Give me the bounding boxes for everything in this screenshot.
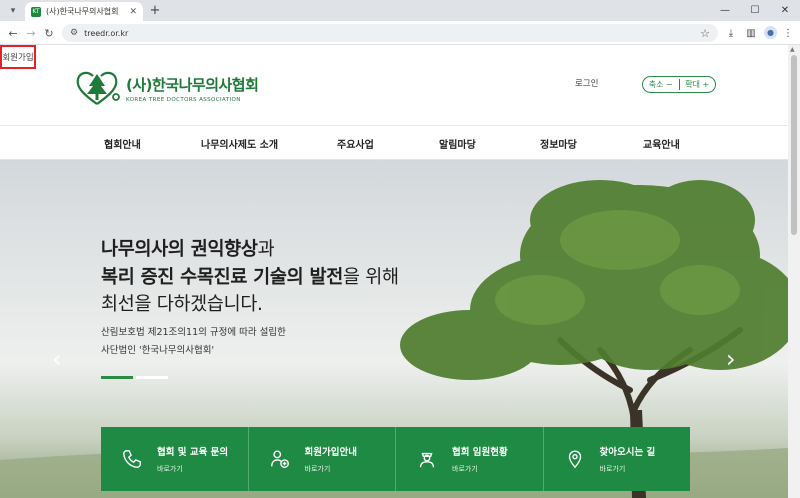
slide-prev-arrow-icon[interactable]: ‹ [52,345,62,373]
site-logo[interactable]: (사)한국나무의사협회 KOREA TREE DOCTORS ASSOCIATI… [73,69,259,107]
quick-links-bar: 협회 및 교육 문의 바로가기 회원가입안내 바로가기 협회 임원현황 바로가기… [101,427,690,491]
join-link[interactable]: 회원가입 [0,45,36,69]
location-icon [568,450,581,469]
slide-indicator-active[interactable] [101,376,133,379]
quick-link-title: 협회 및 교육 문의 [157,447,229,458]
zoom-control: 축소 − 확대 + [642,76,716,93]
address-bar[interactable]: ⚙ treedr.or.kr ☆ [62,24,718,42]
zoom-out-button[interactable]: 축소 − [643,79,679,90]
tab-title: (사)한국나무의사협회 [46,7,119,16]
hero-headline-1: 나무의사의 권익향상과 [101,235,275,261]
nav-item-tree-doctor-system[interactable]: 나무의사제도 소개 [201,136,278,151]
nav-item-info[interactable]: 정보마당 [540,136,577,151]
quick-link-title: 회원가입안내 [304,447,357,458]
site-info-icon[interactable]: ⚙ [70,28,78,38]
hero-headline-2: 복리 증진 수목진료 기술의 발전을 위해 [101,263,399,289]
phone-icon [123,450,141,468]
nav-item-notice[interactable]: 알림마당 [439,136,476,151]
quick-link-title: 협회 임원현황 [452,447,508,458]
nav-item-business[interactable]: 주요사업 [337,136,374,151]
hero-headline-1-bold: 나무의사의 권익향상 [101,239,258,260]
scroll-up-arrow-icon[interactable]: ▲ [790,46,795,53]
bookmark-star-icon[interactable]: ☆ [700,27,710,40]
quick-link-officers[interactable]: 협회 임원현황 바로가기 [396,427,544,491]
slide-indicator[interactable] [136,376,168,379]
nav-item-about[interactable]: 협회안내 [104,136,141,151]
zoom-in-button[interactable]: 확대 + [680,79,716,90]
scrollbar-thumb[interactable] [791,55,797,235]
forward-button[interactable]: → [24,26,38,40]
hero-slider: 나무의사의 권익향상과 복리 증진 수목진료 기술의 발전을 위해 최선을 다하… [0,160,788,498]
join-link-label: 회원가입 [2,53,34,63]
hero-headline-2-rest: 을 위해 [342,267,399,288]
quick-link-directions[interactable]: 찾아오시는 길 바로가기 [544,427,691,491]
close-window-button[interactable]: ✕ [770,0,800,21]
logo-subtitle: KOREA TREE DOCTORS ASSOCIATION [126,96,241,103]
new-tab-button[interactable]: + [148,3,162,18]
member-add-icon [270,450,289,468]
officer-icon [419,452,435,468]
reload-button[interactable]: ↻ [42,26,56,40]
login-link[interactable]: 로그인 [575,77,598,89]
logo-name: (사)한국나무의사협회 [126,75,259,94]
main-nav: 협회안내 나무의사제도 소개 주요사업 알림마당 정보마당 교육안내 [0,126,788,160]
slide-pager [101,376,168,379]
quick-link-title: 찾아오시는 길 [599,447,656,458]
quick-link-sub: 바로가기 [452,465,478,473]
nav-item-education[interactable]: 교육안내 [643,136,680,151]
quick-link-sub: 바로가기 [157,465,183,473]
maximize-button[interactable]: ☐ [740,0,770,21]
tab-close-icon[interactable]: ✕ [129,7,137,17]
profile-avatar-icon[interactable]: ● [764,26,777,39]
tree-heart-logo-icon [76,71,120,105]
hero-headline-2-bold: 복리 증진 수목진료 기술의 발전 [101,267,343,288]
menu-kebab-icon[interactable]: ⋮ [781,26,795,40]
minimize-button[interactable]: — [710,0,740,21]
quick-link-sub: 바로가기 [599,465,626,473]
back-button[interactable]: ← [6,26,20,40]
hero-headline-3: 최선을 다하겠습니다. [101,294,263,315]
tab-search-icon[interactable]: ▾ [6,4,20,18]
browser-toolbar: ← → ↻ ⚙ treedr.or.kr ☆ ⤓ ▥ ● ⋮ [0,21,800,45]
hero-headline-1-rest: 과 [257,239,275,260]
side-panel-icon[interactable]: ▥ [744,26,758,40]
quick-link-membership[interactable]: 회원가입안내 바로가기 [249,427,396,491]
hero-description-2: 사단법인 '한국나무의사협회' [101,345,215,356]
favicon-icon: KT [31,6,41,17]
page-scrollbar[interactable]: ▲ [788,45,800,498]
browser-tab[interactable]: KT (사)한국나무의사협회 ✕ [25,2,143,21]
browser-tab-strip: ▾ KT (사)한국나무의사협회 ✕ + — ☐ ✕ [0,0,800,21]
hero-description-1: 산림보호법 제21조의11의 규정에 따라 설립한 [101,327,286,338]
slide-next-arrow-icon[interactable]: › [726,345,736,373]
url-text[interactable]: treedr.or.kr [84,29,700,38]
quick-link-sub: 바로가기 [304,465,331,473]
download-icon[interactable]: ⤓ [724,26,738,40]
quick-link-contact[interactable]: 협회 및 교육 문의 바로가기 [101,427,249,491]
site-header: (사)한국나무의사협회 KOREA TREE DOCTORS ASSOCIATI… [0,45,788,126]
